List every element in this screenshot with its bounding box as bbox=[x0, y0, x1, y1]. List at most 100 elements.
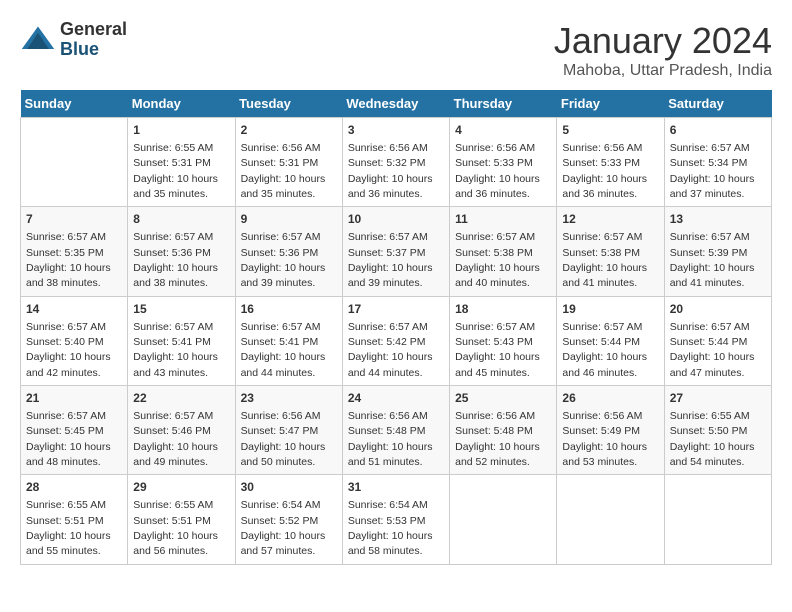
day-number: 27 bbox=[670, 390, 766, 407]
day-number: 19 bbox=[562, 301, 658, 318]
logo: General Blue bbox=[20, 20, 127, 60]
cell-info: Sunrise: 6:57 AM Sunset: 5:37 PM Dayligh… bbox=[348, 231, 433, 289]
calendar-cell: 30 Sunrise: 6:54 AM Sunset: 5:52 PM Dayli… bbox=[235, 475, 342, 564]
day-header-monday: Monday bbox=[128, 90, 235, 118]
logo-icon bbox=[20, 22, 56, 58]
calendar-cell: 12Sunrise: 6:57 AM Sunset: 5:38 PM Dayli… bbox=[557, 207, 664, 296]
day-number: 3 bbox=[348, 122, 444, 139]
cell-info: Sunrise: 6:57 AM Sunset: 5:41 PM Dayligh… bbox=[133, 321, 218, 379]
calendar-cell: 19 Sunrise: 6:57 AM Sunset: 5:44 PM Dayli… bbox=[557, 296, 664, 385]
day-header-friday: Friday bbox=[557, 90, 664, 118]
day-number: 28 bbox=[26, 479, 122, 496]
day-number: 24 bbox=[348, 390, 444, 407]
calendar-week-row: 7 Sunrise: 6:57 AM Sunset: 5:35 PM Daylig… bbox=[21, 207, 772, 296]
page-header: General Blue January 2024 Mahoba, Uttar … bbox=[20, 20, 772, 80]
calendar-cell: 5Sunrise: 6:56 AM Sunset: 5:33 PM Daylig… bbox=[557, 118, 664, 207]
day-number: 30 bbox=[241, 479, 337, 496]
day-number: 7 bbox=[26, 211, 122, 228]
calendar-cell: 26 Sunrise: 6:56 AM Sunset: 5:49 PM Dayli… bbox=[557, 386, 664, 475]
calendar-cell: 11Sunrise: 6:57 AM Sunset: 5:38 PM Dayli… bbox=[450, 207, 557, 296]
calendar-cell: 17 Sunrise: 6:57 AM Sunset: 5:42 PM Dayli… bbox=[342, 296, 449, 385]
cell-info: Sunrise: 6:57 AM Sunset: 5:45 PM Dayligh… bbox=[26, 410, 111, 468]
title-area: January 2024 Mahoba, Uttar Pradesh, Indi… bbox=[554, 20, 772, 80]
calendar-cell: 27 Sunrise: 6:55 AM Sunset: 5:50 PM Dayli… bbox=[664, 386, 771, 475]
day-number: 13 bbox=[670, 211, 766, 228]
location: Mahoba, Uttar Pradesh, India bbox=[554, 62, 772, 80]
cell-info: Sunrise: 6:57 AM Sunset: 5:39 PM Dayligh… bbox=[670, 231, 755, 289]
day-number: 6 bbox=[670, 122, 766, 139]
calendar-cell: 10Sunrise: 6:57 AM Sunset: 5:37 PM Dayli… bbox=[342, 207, 449, 296]
cell-info: Sunrise: 6:55 AM Sunset: 5:51 PM Dayligh… bbox=[26, 499, 111, 557]
cell-info: Sunrise: 6:57 AM Sunset: 5:38 PM Dayligh… bbox=[562, 231, 647, 289]
calendar-cell: 4 Sunrise: 6:56 AM Sunset: 5:33 PM Daylig… bbox=[450, 118, 557, 207]
calendar-cell: 25 Sunrise: 6:56 AM Sunset: 5:48 PM Dayli… bbox=[450, 386, 557, 475]
calendar-cell: 3Sunrise: 6:56 AM Sunset: 5:32 PM Daylig… bbox=[342, 118, 449, 207]
cell-info: Sunrise: 6:57 AM Sunset: 5:38 PM Dayligh… bbox=[455, 231, 540, 289]
calendar-cell: 16Sunrise: 6:57 AM Sunset: 5:41 PM Dayli… bbox=[235, 296, 342, 385]
day-number: 21 bbox=[26, 390, 122, 407]
logo-blue: Blue bbox=[60, 40, 127, 60]
day-number: 29 bbox=[133, 479, 229, 496]
cell-info: Sunrise: 6:57 AM Sunset: 5:43 PM Dayligh… bbox=[455, 321, 540, 379]
day-number: 5 bbox=[562, 122, 658, 139]
cell-info: Sunrise: 6:57 AM Sunset: 5:35 PM Dayligh… bbox=[26, 231, 111, 289]
calendar-cell: 9 Sunrise: 6:57 AM Sunset: 5:36 PM Daylig… bbox=[235, 207, 342, 296]
cell-info: Sunrise: 6:57 AM Sunset: 5:34 PM Dayligh… bbox=[670, 142, 755, 200]
day-number: 4 bbox=[455, 122, 551, 139]
day-number: 20 bbox=[670, 301, 766, 318]
calendar-cell: 18 Sunrise: 6:57 AM Sunset: 5:43 PM Dayli… bbox=[450, 296, 557, 385]
cell-info: Sunrise: 6:54 AM Sunset: 5:52 PM Dayligh… bbox=[241, 499, 326, 557]
day-number: 15 bbox=[133, 301, 229, 318]
cell-info: Sunrise: 6:57 AM Sunset: 5:44 PM Dayligh… bbox=[562, 321, 647, 379]
logo-general: General bbox=[60, 20, 127, 40]
cell-info: Sunrise: 6:57 AM Sunset: 5:42 PM Dayligh… bbox=[348, 321, 433, 379]
calendar-cell bbox=[557, 475, 664, 564]
calendar-cell: 23Sunrise: 6:56 AM Sunset: 5:47 PM Dayli… bbox=[235, 386, 342, 475]
day-header-thursday: Thursday bbox=[450, 90, 557, 118]
calendar-week-row: 1Sunrise: 6:55 AM Sunset: 5:31 PM Daylig… bbox=[21, 118, 772, 207]
month-title: January 2024 bbox=[554, 20, 772, 62]
cell-info: Sunrise: 6:57 AM Sunset: 5:36 PM Dayligh… bbox=[133, 231, 218, 289]
calendar-cell: 14Sunrise: 6:57 AM Sunset: 5:40 PM Dayli… bbox=[21, 296, 128, 385]
day-header-saturday: Saturday bbox=[664, 90, 771, 118]
calendar-cell: 13 Sunrise: 6:57 AM Sunset: 5:39 PM Dayli… bbox=[664, 207, 771, 296]
cell-info: Sunrise: 6:56 AM Sunset: 5:33 PM Dayligh… bbox=[455, 142, 540, 200]
day-number: 14 bbox=[26, 301, 122, 318]
calendar-cell: 22Sunrise: 6:57 AM Sunset: 5:46 PM Dayli… bbox=[128, 386, 235, 475]
cell-info: Sunrise: 6:56 AM Sunset: 5:31 PM Dayligh… bbox=[241, 142, 326, 200]
cell-info: Sunrise: 6:56 AM Sunset: 5:49 PM Dayligh… bbox=[562, 410, 647, 468]
day-header-tuesday: Tuesday bbox=[235, 90, 342, 118]
day-number: 25 bbox=[455, 390, 551, 407]
calendar-cell: 24 Sunrise: 6:56 AM Sunset: 5:48 PM Dayli… bbox=[342, 386, 449, 475]
calendar-cell bbox=[664, 475, 771, 564]
cell-info: Sunrise: 6:56 AM Sunset: 5:47 PM Dayligh… bbox=[241, 410, 326, 468]
calendar-cell bbox=[450, 475, 557, 564]
calendar-cell: 6 Sunrise: 6:57 AM Sunset: 5:34 PM Daylig… bbox=[664, 118, 771, 207]
day-number: 8 bbox=[133, 211, 229, 228]
day-number: 9 bbox=[241, 211, 337, 228]
cell-info: Sunrise: 6:57 AM Sunset: 5:36 PM Dayligh… bbox=[241, 231, 326, 289]
cell-info: Sunrise: 6:57 AM Sunset: 5:41 PM Dayligh… bbox=[241, 321, 326, 379]
day-number: 26 bbox=[562, 390, 658, 407]
cell-info: Sunrise: 6:54 AM Sunset: 5:53 PM Dayligh… bbox=[348, 499, 433, 557]
calendar-cell bbox=[21, 118, 128, 207]
day-number: 17 bbox=[348, 301, 444, 318]
cell-info: Sunrise: 6:56 AM Sunset: 5:48 PM Dayligh… bbox=[348, 410, 433, 468]
calendar-cell: 15 Sunrise: 6:57 AM Sunset: 5:41 PM Dayli… bbox=[128, 296, 235, 385]
logo-text: General Blue bbox=[60, 20, 127, 60]
calendar-table: SundayMondayTuesdayWednesdayThursdayFrid… bbox=[20, 90, 772, 565]
calendar-cell: 29 Sunrise: 6:55 AM Sunset: 5:51 PM Dayli… bbox=[128, 475, 235, 564]
day-number: 18 bbox=[455, 301, 551, 318]
cell-info: Sunrise: 6:57 AM Sunset: 5:44 PM Dayligh… bbox=[670, 321, 755, 379]
cell-info: Sunrise: 6:55 AM Sunset: 5:51 PM Dayligh… bbox=[133, 499, 218, 557]
day-number: 1 bbox=[133, 122, 229, 139]
cell-info: Sunrise: 6:56 AM Sunset: 5:48 PM Dayligh… bbox=[455, 410, 540, 468]
calendar-cell: 8 Sunrise: 6:57 AM Sunset: 5:36 PM Daylig… bbox=[128, 207, 235, 296]
calendar-week-row: 14Sunrise: 6:57 AM Sunset: 5:40 PM Dayli… bbox=[21, 296, 772, 385]
calendar-cell: 31Sunrise: 6:54 AM Sunset: 5:53 PM Dayli… bbox=[342, 475, 449, 564]
calendar-week-row: 21 Sunrise: 6:57 AM Sunset: 5:45 PM Dayli… bbox=[21, 386, 772, 475]
calendar-cell: 2 Sunrise: 6:56 AM Sunset: 5:31 PM Daylig… bbox=[235, 118, 342, 207]
cell-info: Sunrise: 6:55 AM Sunset: 5:50 PM Dayligh… bbox=[670, 410, 755, 468]
day-number: 2 bbox=[241, 122, 337, 139]
calendar-week-row: 28 Sunrise: 6:55 AM Sunset: 5:51 PM Dayli… bbox=[21, 475, 772, 564]
